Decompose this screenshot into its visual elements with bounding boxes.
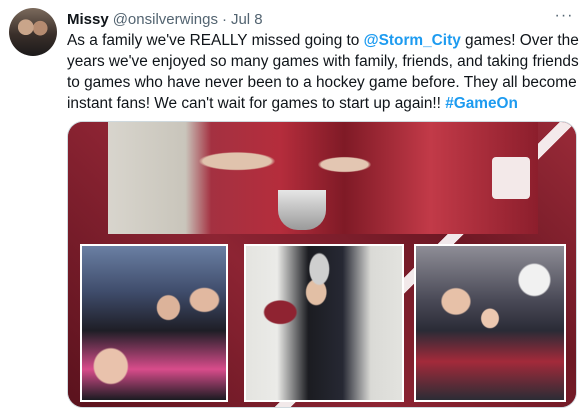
- text-segment: instant fans! We can't wait for games to…: [67, 95, 446, 112]
- hashtag-link[interactable]: #GameOn: [445, 95, 518, 112]
- tweet-text: As a family we've REALLY missed going to…: [67, 30, 579, 114]
- tweet-text-line: As a family we've REALLY missed going to…: [67, 30, 579, 51]
- more-options-icon[interactable]: ···: [552, 6, 576, 26]
- separator-dot: ·: [221, 10, 227, 28]
- media-collage[interactable]: [67, 121, 577, 408]
- jersey-logo: [492, 157, 530, 199]
- tweet-text-line: instant fans! We can't wait for games to…: [67, 93, 577, 114]
- text-segment: games! Over the: [460, 32, 579, 49]
- tweet-text-line: years we've enjoyed so many games with f…: [67, 53, 579, 70]
- tweet[interactable]: Missy @onsilverwings · Jul 8 ··· As a fa…: [0, 0, 588, 418]
- photo-trophy-group: [108, 122, 538, 234]
- tweet-date[interactable]: Jul 8: [231, 11, 263, 28]
- author-name[interactable]: Missy: [67, 11, 109, 28]
- text-segment: As a family we've REALLY missed going to: [67, 32, 364, 49]
- avatar[interactable]: [9, 8, 57, 56]
- tweet-text-line: to games who have never been to a hockey…: [67, 74, 577, 91]
- photo-kids-in-stands: [80, 244, 228, 402]
- trophy-image: [278, 190, 326, 230]
- tweet-header: Missy @onsilverwings · Jul 8: [67, 9, 263, 29]
- photo-kids-with-player: [414, 244, 566, 402]
- mention-link[interactable]: @Storm_City: [364, 32, 461, 49]
- photo-player-with-fan: [244, 244, 404, 402]
- author-handle[interactable]: @onsilverwings: [113, 11, 218, 28]
